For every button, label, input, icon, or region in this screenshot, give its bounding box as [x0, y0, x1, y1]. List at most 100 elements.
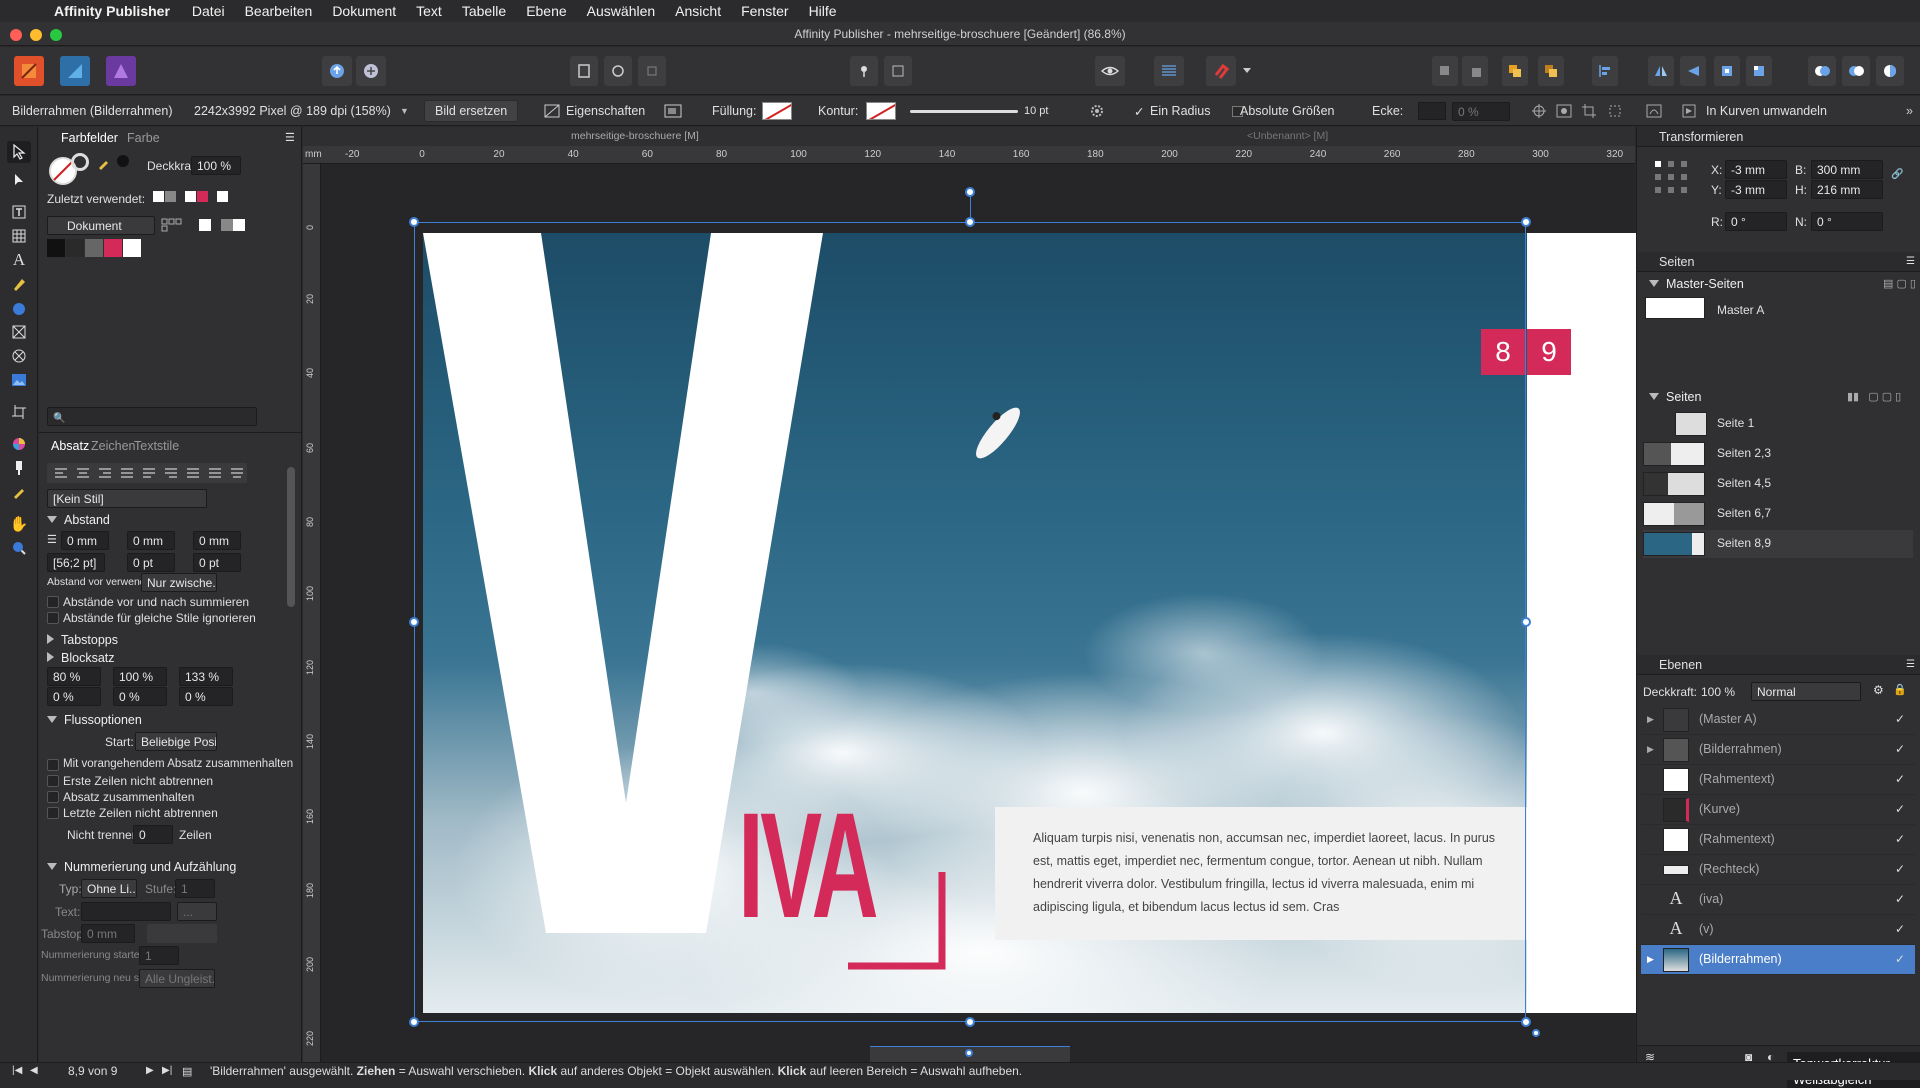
artboard-tool-icon[interactable] [7, 401, 31, 423]
menu-bearbeiten[interactable]: Bearbeiten [235, 3, 323, 19]
handle-middle-left[interactable] [409, 617, 419, 627]
layer-opacity-value[interactable]: 100 % [1701, 685, 1735, 699]
numbering-start-field[interactable]: 1 [139, 946, 179, 965]
layer-lock-icon[interactable]: 🔒 [1893, 683, 1907, 696]
place-image-tool-icon[interactable] [7, 369, 31, 391]
horizontal-ruler[interactable]: mm -20 0 20 40 60 80 100 120 140 160 180 200 220 240 2… [303, 146, 1635, 164]
snap-target-icon[interactable] [1532, 96, 1546, 126]
flip-vertical-icon[interactable] [1680, 56, 1706, 86]
pin-icon[interactable] [850, 56, 878, 86]
rotate-handle[interactable] [965, 187, 975, 197]
frame-options-icon[interactable] [664, 96, 682, 126]
previous-page-icon[interactable]: ◀ [30, 1065, 38, 1076]
stroke-width-slider[interactable] [910, 96, 1018, 126]
corner-type-dropdown[interactable] [1418, 96, 1446, 126]
align-left-icon[interactable] [1592, 56, 1618, 86]
numbering-level-field[interactable]: 1 [175, 879, 215, 898]
recent-swatch-grey[interactable] [165, 191, 176, 202]
move-backward-icon[interactable] [1462, 56, 1488, 86]
fill-tool-icon[interactable] [7, 457, 31, 479]
handle-top-center[interactable] [965, 217, 975, 227]
flip-horizontal-icon[interactable] [1648, 56, 1674, 86]
opacity-field[interactable]: 100 % [191, 156, 241, 175]
visibility-checkbox[interactable]: ✓ [1893, 802, 1907, 816]
stroke-settings-gear-icon[interactable] [1090, 96, 1104, 126]
first-page-icon[interactable]: |◀ [12, 1065, 22, 1076]
numbering-align-buttons[interactable] [147, 924, 217, 943]
pages-menu-icon[interactable]: ☰ [1906, 256, 1915, 267]
page-row-1[interactable]: Seite 1 [1643, 410, 1913, 438]
anchor-point-selector[interactable] [1655, 161, 1687, 193]
rotation-field[interactable]: 0 ° [1725, 212, 1787, 231]
page-row-8-9[interactable]: Seiten 8,9 [1643, 530, 1913, 558]
page-indicator[interactable]: 8,9 von 9 [68, 1064, 117, 1078]
expand-arrow-icon[interactable]: ▶ [1647, 714, 1654, 725]
zoom-window-button[interactable] [50, 29, 62, 41]
leading-field[interactable]: [56;2 pt] [47, 553, 105, 572]
vertical-ruler[interactable]: 0 20 40 60 80 100 120 140 160 180 200 220 [303, 164, 321, 1070]
page-row-4-5[interactable]: Seiten 4,5 [1643, 470, 1913, 498]
x-field[interactable]: -3 mm [1725, 160, 1787, 179]
no-widows-checkbox[interactable] [47, 807, 59, 819]
layer-row[interactable]: ▶ (Master A) ✓ [1641, 705, 1915, 735]
expand-arrow-icon[interactable]: ▶ [1647, 954, 1654, 965]
single-radius-checkbox[interactable]: ✓ [1134, 96, 1144, 126]
move-back-icon[interactable] [1432, 56, 1458, 86]
photo-persona-icon[interactable] [60, 56, 90, 86]
no-orphans-checkbox[interactable] [47, 775, 59, 787]
menu-ebene[interactable]: Ebene [516, 3, 576, 19]
assets-icon[interactable] [356, 56, 386, 86]
page-row-6-7[interactable]: Seiten 6,7 [1643, 500, 1913, 528]
visibility-checkbox[interactable]: ✓ [1893, 892, 1907, 906]
panel-menu-icon[interactable]: ☰ [285, 131, 295, 144]
page-row-2-3[interactable]: Seiten 2,3 [1643, 440, 1913, 468]
right-indent-field[interactable]: 0 mm [127, 531, 175, 550]
flow-section-header[interactable]: Flussoptionen [47, 713, 142, 727]
menu-hilfe[interactable]: Hilfe [799, 3, 847, 19]
doc-swatch-grey[interactable] [85, 239, 103, 257]
space-before-use-dropdown[interactable]: Nur zwische... [141, 573, 217, 592]
layer-row[interactable]: ▶ (Bilderrahmen) ✓ [1641, 735, 1915, 765]
tab-color[interactable]: Farbe [127, 131, 160, 145]
crop-icon[interactable] [1582, 96, 1596, 126]
layer-settings-gear-icon[interactable]: ⚙ [1873, 683, 1884, 697]
doc-tab-unnamed[interactable]: <Unbenannt> [M] [1247, 130, 1328, 142]
last-page-icon[interactable]: ▶| [162, 1065, 172, 1076]
stroke-swatch[interactable] [866, 102, 896, 120]
visibility-checkbox[interactable]: ✓ [1893, 832, 1907, 846]
transform-icon[interactable] [1608, 96, 1622, 126]
designer-persona-icon[interactable] [106, 56, 136, 86]
share-icon[interactable] [322, 56, 352, 86]
no-split-field[interactable]: 0 [133, 825, 173, 844]
boolean-add-icon[interactable] [1808, 56, 1836, 86]
rotate-right-icon[interactable] [1746, 56, 1772, 86]
layer-row[interactable]: A (iva) ✓ [1641, 885, 1915, 915]
visibility-checkbox[interactable]: ✓ [1893, 922, 1907, 936]
visibility-checkbox[interactable]: ✓ [1893, 712, 1907, 726]
frame-view-icon[interactable] [604, 56, 632, 86]
doc-swatch-white[interactable] [123, 239, 141, 257]
ellipse-frame-tool-icon[interactable] [7, 345, 31, 367]
bleed-view-icon[interactable] [638, 56, 666, 86]
boolean-subtract-icon[interactable] [1842, 56, 1870, 86]
numbering-restart-dropdown[interactable]: Alle Ungleist... [139, 969, 215, 988]
menu-app-name[interactable]: Affinity Publisher [48, 3, 182, 19]
height-field[interactable]: 216 mm [1811, 180, 1883, 199]
word-spacing-max-field[interactable]: 133 % [179, 667, 233, 686]
alignment-icons[interactable] [47, 463, 247, 483]
swatch-none-icon[interactable] [199, 219, 211, 231]
master-pages-header[interactable]: Master-Seiten [1649, 277, 1744, 291]
visibility-checkbox[interactable]: ✓ [1893, 742, 1907, 756]
left-indent-field[interactable]: 0 mm [61, 531, 109, 550]
doc-tab-main[interactable]: mehrseitige-broschuere [M] [571, 130, 699, 142]
doc-swatch-dark[interactable] [66, 239, 84, 257]
status-info-icon[interactable]: ▤ [182, 1065, 192, 1078]
menu-text[interactable]: Text [406, 3, 452, 19]
convert-curves-button[interactable]: In Kurven umwandeln [1706, 96, 1827, 126]
master-a-thumbnail[interactable] [1645, 297, 1705, 319]
layer-row[interactable]: (Rahmentext) ✓ [1641, 825, 1915, 855]
sum-spacing-checkbox[interactable] [47, 596, 59, 608]
close-window-button[interactable] [10, 29, 22, 41]
flow-start-dropdown[interactable]: Beliebige Posi... [135, 732, 217, 751]
move-front-icon[interactable] [1538, 56, 1564, 86]
